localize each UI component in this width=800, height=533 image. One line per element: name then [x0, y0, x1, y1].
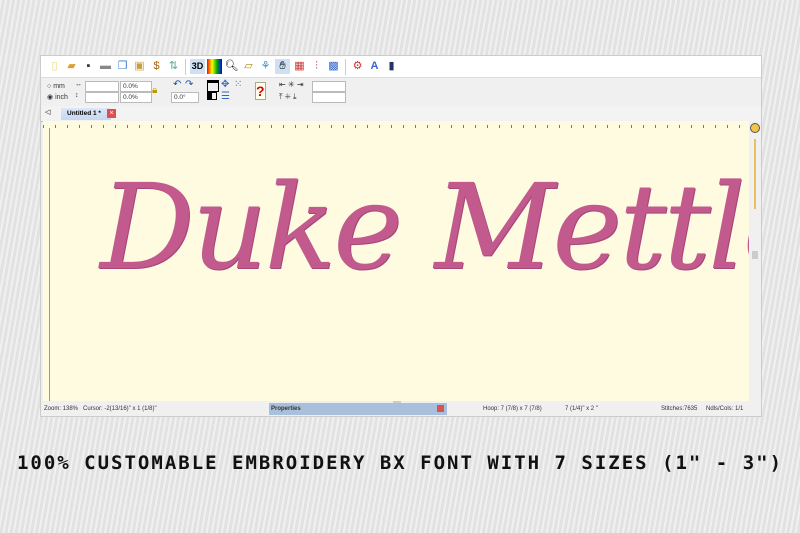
width-percent-input[interactable]: 0.0% [120, 81, 152, 92]
height-arrow-icon: ↕ [75, 92, 79, 99]
zoom-slider[interactable] [749, 121, 761, 401]
unit-inch-label: inch [55, 94, 68, 101]
document-tabs: ◁ Untitled 1 * × [41, 106, 761, 122]
hoop-status: Hoop: 7 (7/8) x 7 (7/8) [483, 406, 542, 412]
separator [185, 58, 186, 75]
zoom-track[interactable] [754, 139, 756, 209]
needles-status: Ndls/Cols: 1/1 [706, 406, 744, 412]
design-canvas[interactable]: Duke Mettle [50, 128, 749, 401]
main-toolbar: ▯ ▰ ▪ ▬ ❐ ▣ $ ⇅ 3D 🔍︎ ▱ ⚘ ✋︎ ▦ ⫶ ▩ ⚙ A ▮ [41, 56, 761, 78]
color-palette-icon[interactable]: ▦ [292, 59, 307, 74]
spacing-left-icon[interactable]: ⇤ ✳ ⇥ [279, 80, 304, 89]
properties-label: Properties [271, 406, 301, 412]
close-tab-icon[interactable]: × [107, 109, 116, 118]
mirror-icon[interactable] [207, 92, 217, 100]
spread-icon[interactable]: ⁙ [234, 79, 242, 90]
options-bar: ○ mm ◉ inch ↔ ↕ 0.0% 0.0% 🔒︎ ↶ ↷ 0.0° ✥ … [41, 78, 761, 106]
measure-icon[interactable]: ▱ [241, 59, 256, 74]
tab-untitled-1[interactable]: Untitled 1 * [61, 108, 111, 120]
hoop-icon[interactable]: ⚘ [258, 59, 273, 74]
spacing-h-input[interactable] [312, 81, 346, 92]
height-percent-input[interactable]: 0.0% [120, 92, 152, 103]
embroidery-design-text[interactable]: Duke Mettle [100, 158, 749, 296]
cursor-status: Cursor: -2(13/16)" x 1 (1/8)" [83, 406, 157, 412]
center-icon[interactable]: ✥ [221, 79, 229, 90]
stitches-status: Stitches:7635 [661, 406, 698, 412]
height-input[interactable] [85, 92, 119, 103]
tab-scroll-left-icon[interactable]: ◁ [45, 108, 50, 116]
undo-rotate-icon[interactable]: ↶ [173, 79, 181, 90]
caption-heading: 100% CUSTOMABLE EMBROIDERY BX FONT WITH … [16, 452, 784, 474]
width-input[interactable] [85, 81, 119, 92]
vertical-ruler [43, 128, 50, 401]
text-a-icon[interactable]: A [367, 59, 382, 74]
hand-pan-icon[interactable]: ✋︎ [275, 59, 290, 74]
spacing-vertical-icon[interactable]: ⤒ ✳ ⤓ [279, 92, 297, 102]
thread-needle-icon[interactable]: ⫶ [309, 59, 324, 74]
separator [345, 58, 346, 75]
copy-icon[interactable]: ❐ [115, 59, 130, 74]
zoom-status: Zoom: 138% [44, 406, 79, 412]
redo-rotate-icon[interactable]: ↷ [185, 79, 193, 90]
stitch-dollar-icon[interactable]: $ [149, 59, 164, 74]
print-icon[interactable]: ▬ [98, 59, 113, 74]
lock-ratio-icon[interactable]: 🔒︎ [152, 85, 157, 96]
help-icon[interactable]: ? [255, 82, 266, 100]
zoom-compass-icon[interactable] [750, 123, 760, 133]
design-size-status: 7 (1/4)" x 2 " [565, 406, 598, 412]
gear-settings-icon[interactable]: ⚙ [350, 59, 365, 74]
open-folder-icon[interactable]: ▰ [64, 59, 79, 74]
unit-inch-radio[interactable]: ◉ inch [47, 93, 68, 101]
properties-panel-header[interactable]: Properties [269, 403, 447, 415]
app-window: ▯ ▰ ▪ ▬ ❐ ▣ $ ⇅ 3D 🔍︎ ▱ ⚘ ✋︎ ▦ ⫶ ▩ ⚙ A ▮… [40, 55, 762, 417]
stitch-sort-icon[interactable]: ⇅ [166, 59, 181, 74]
vertical-scrollbar-thumb[interactable] [752, 251, 758, 259]
align-top-icon[interactable] [207, 80, 219, 92]
zoom-icon[interactable]: 🔍︎ [224, 59, 239, 74]
rotation-input[interactable]: 0.0° [171, 92, 199, 103]
color-chart-icon[interactable] [207, 59, 222, 74]
distribute-icon[interactable]: ☰ [221, 91, 230, 102]
save-icon[interactable]: ▪ [81, 59, 96, 74]
status-bar: Zoom: 138% Cursor: -2(13/16)" x 1 (1/8)"… [41, 403, 761, 416]
3d-view-icon[interactable]: 3D [190, 59, 205, 74]
unit-mm-radio[interactable]: ○ mm [47, 83, 65, 90]
pattern-grid-icon[interactable]: ▩ [326, 59, 341, 74]
unit-mm-label: mm [53, 83, 65, 90]
properties-close-icon[interactable] [437, 405, 444, 412]
spacing-v-input[interactable] [312, 92, 346, 103]
width-arrow-icon: ↔ [75, 81, 82, 88]
paste-icon[interactable]: ▣ [132, 59, 147, 74]
machine-icon[interactable]: ▮ [384, 59, 399, 74]
new-file-icon[interactable]: ▯ [47, 59, 62, 74]
